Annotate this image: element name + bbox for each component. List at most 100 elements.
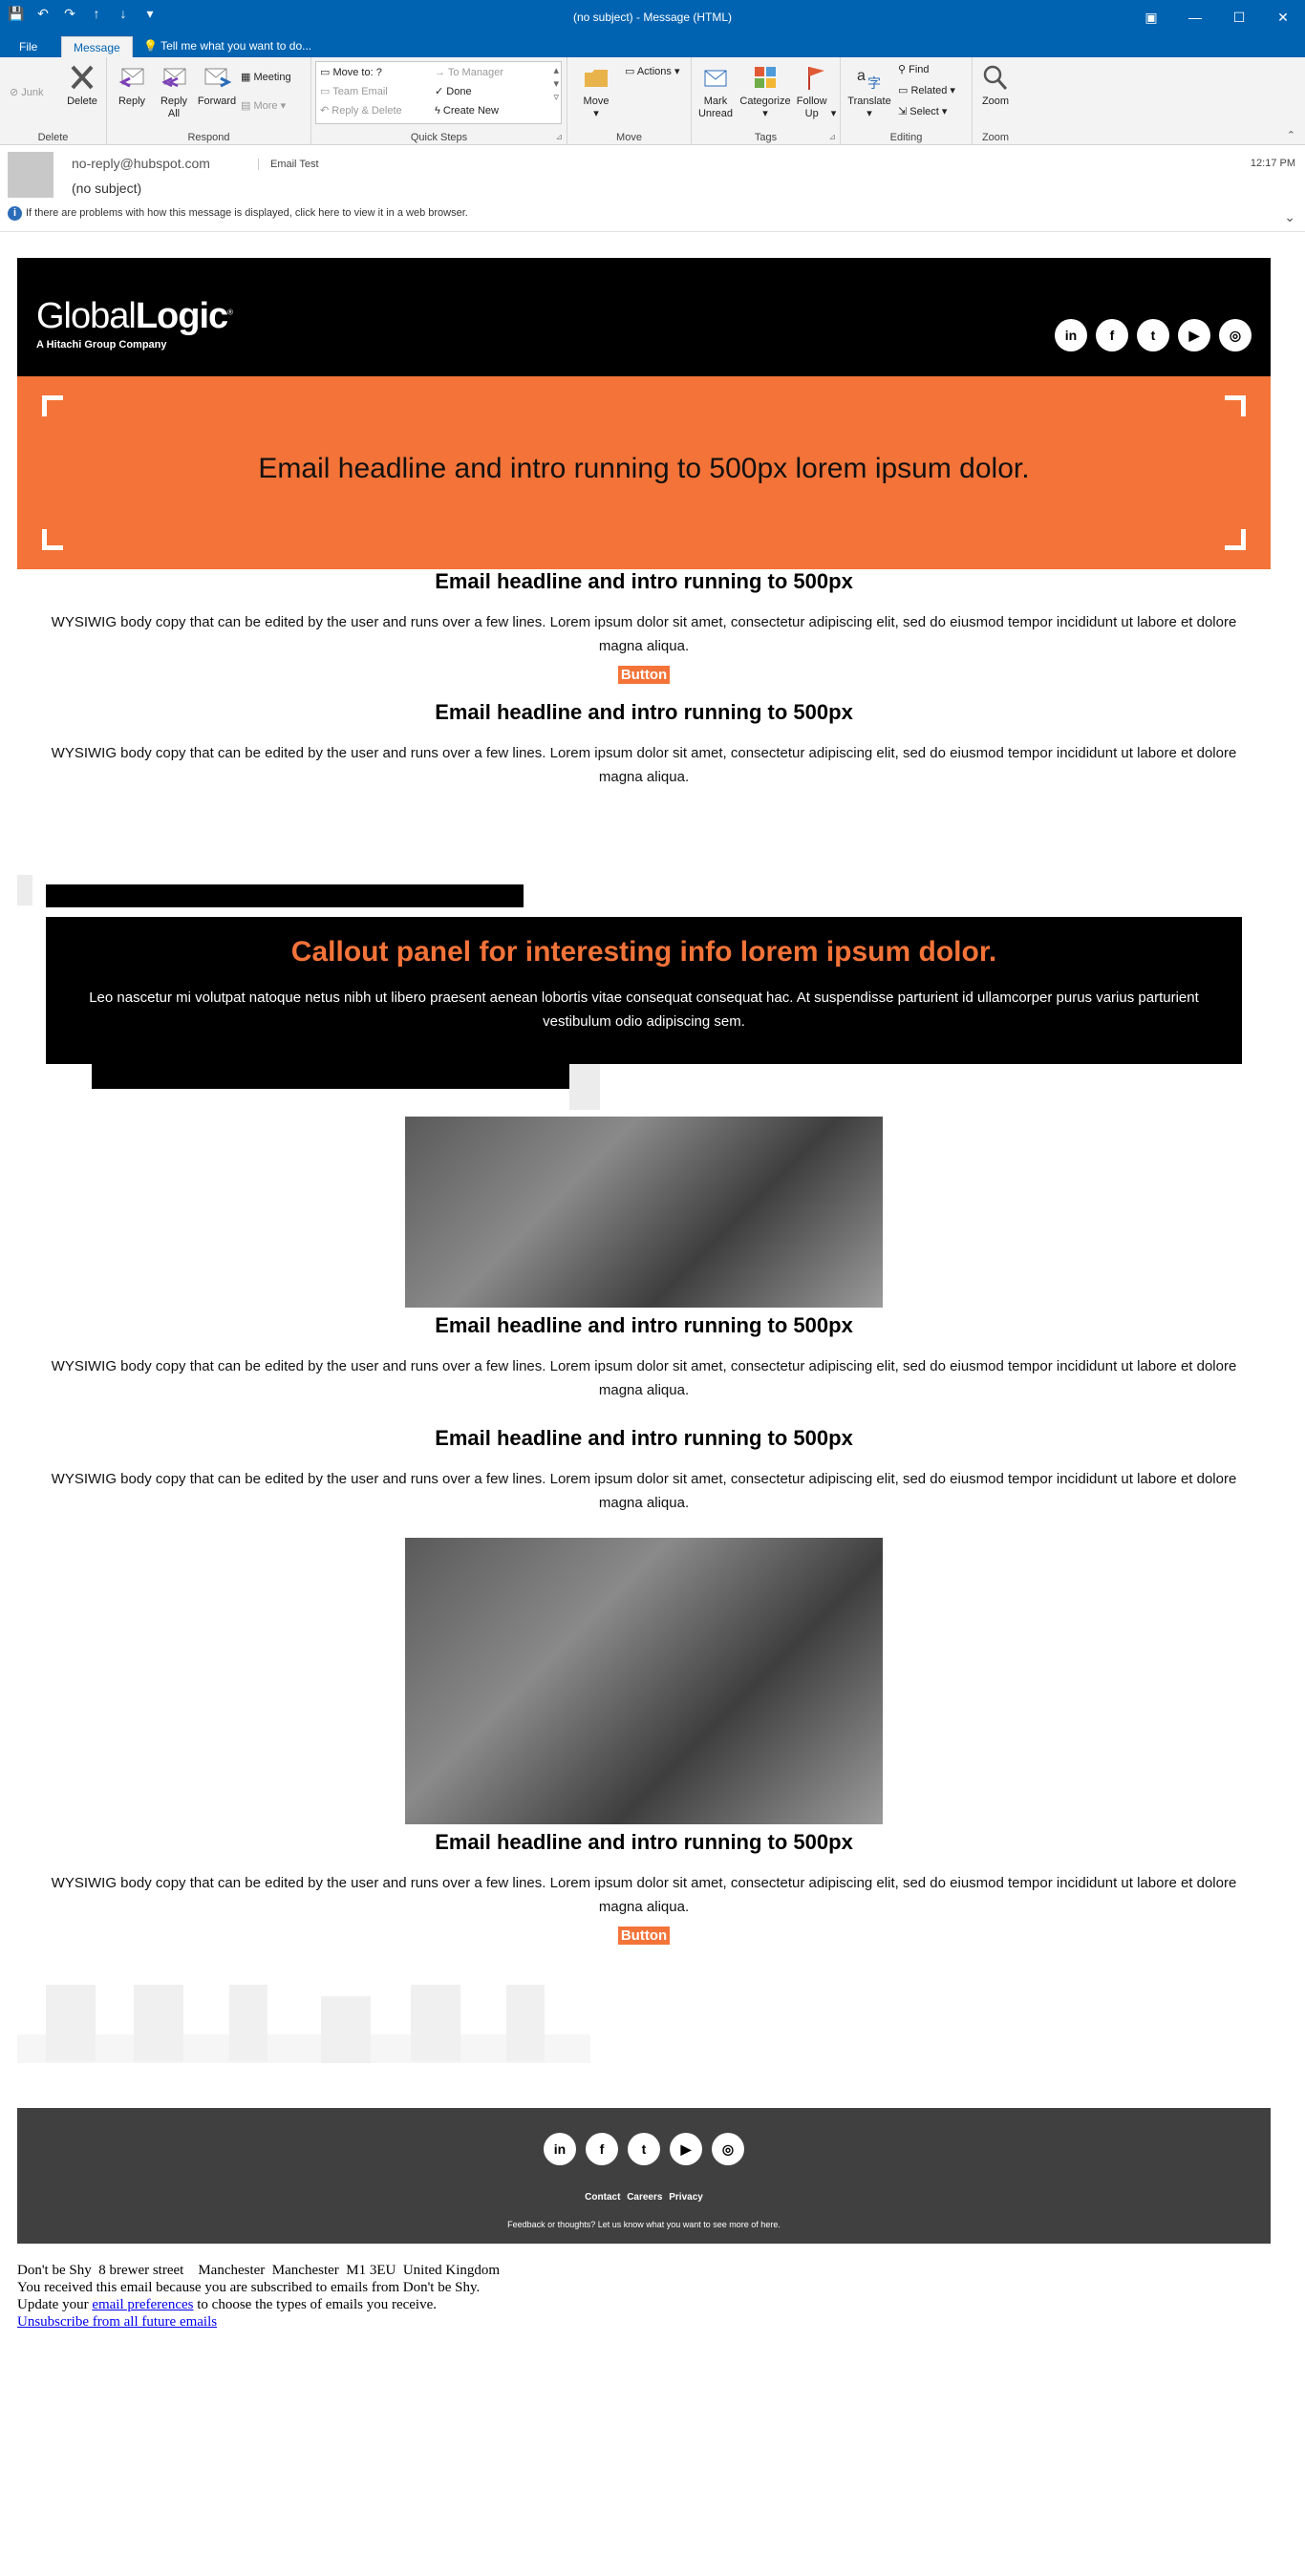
lightbulb-icon: 💡: [143, 39, 161, 53]
more-button[interactable]: ▤ More ▾: [241, 99, 286, 113]
follow-up-button[interactable]: Follow Up ▾: [795, 63, 837, 120]
facebook-icon[interactable]: f: [1096, 319, 1128, 351]
instagram-icon[interactable]: ◎: [1219, 319, 1252, 351]
footer-link-contact[interactable]: Contact: [585, 2192, 620, 2203]
twitter-icon[interactable]: t: [628, 2133, 660, 2165]
reply-icon: [118, 68, 144, 88]
tags-group: Mark Unread Categorize ▾ Follow Up ▾ ⊿ Ta…: [692, 57, 841, 145]
section-heading: Email headline and intro running to 500p…: [435, 569, 853, 593]
sender-address[interactable]: no-reply@hubspot.com: [72, 156, 210, 171]
reply-all-icon: [161, 68, 186, 88]
related-icon: ▭: [898, 85, 911, 96]
mark-unread-label: Mark Unread: [697, 96, 734, 119]
quick-steps-group-label: Quick Steps: [410, 132, 468, 143]
tags-group-label: Tags: [754, 132, 778, 143]
zoom-button[interactable]: Zoom: [976, 63, 1015, 108]
tab-file[interactable]: File: [8, 36, 49, 57]
linkedin-icon[interactable]: in: [1055, 319, 1087, 351]
editing-group-label: Editing: [889, 132, 923, 143]
flag-icon: [808, 67, 824, 90]
footer-link-privacy[interactable]: Privacy: [669, 2192, 703, 2203]
globallogic-logo[interactable]: GlobalLogic® A Hitachi Group Company: [36, 296, 233, 351]
info-text: If there are problems with how this mess…: [26, 207, 468, 219]
delete-group: ⊘ Junk Delete Delete: [0, 57, 107, 145]
info-bar[interactable]: i If there are problems with how this mes…: [8, 206, 468, 221]
meeting-button[interactable]: ▦ Meeting: [241, 71, 291, 84]
collapse-ribbon-icon[interactable]: ⌃: [1287, 129, 1295, 142]
categorize-icon: [755, 67, 776, 88]
respond-group: Reply Reply All Forward ▦ Meeting ▤ More…: [107, 57, 311, 145]
actions-button[interactable]: ▭ Actions ▾: [625, 65, 680, 78]
quick-step-team-email[interactable]: ▭ Team Email: [320, 85, 388, 98]
footer-link-careers[interactable]: Careers: [627, 2192, 662, 2203]
reply-button[interactable]: Reply: [111, 63, 153, 108]
header-social-links: in f t ▶ ◎: [1055, 319, 1252, 351]
section-body: WYSIWIG body copy that can be edited by …: [51, 1471, 1237, 1511]
svg-text:a: a: [857, 68, 866, 84]
tell-me-box[interactable]: 💡 Tell me what you want to do...: [143, 38, 311, 53]
recipient[interactable]: Email Test: [258, 159, 319, 170]
callout-panel: Callout panel for interesting info lorem…: [46, 917, 1242, 1064]
quick-step-reply-delete[interactable]: ↶ Reply & Delete: [320, 104, 402, 117]
find-icon: ⚲: [898, 64, 909, 75]
follow-up-label: Follow Up: [796, 96, 827, 119]
move-group-label: Move: [616, 132, 642, 143]
twitter-icon[interactable]: t: [1137, 319, 1169, 351]
corner-bracket-icon: [1225, 395, 1246, 416]
translate-button[interactable]: a字 Translate ▾: [845, 63, 894, 120]
quick-step-move-to[interactable]: ▭ Move to: ?: [320, 66, 382, 79]
linkedin-icon[interactable]: in: [544, 2133, 576, 2165]
zoom-group-label: Zoom: [981, 132, 1010, 143]
instagram-icon[interactable]: ◎: [712, 2133, 744, 2165]
quick-steps-group: ▭ Move to: ? ▭ Team Email ↶ Reply & Dele…: [311, 57, 567, 145]
section-body: WYSIWIG body copy that can be edited by …: [51, 1358, 1237, 1398]
corner-bracket-icon: [42, 529, 63, 550]
unsubscribe-link[interactable]: Unsubscribe from all future emails: [17, 2314, 217, 2330]
team-photo: [405, 1538, 883, 1824]
youtube-icon[interactable]: ▶: [1178, 319, 1210, 351]
related-button[interactable]: ▭ Related ▾: [898, 84, 955, 97]
expand-header-icon[interactable]: ⌄: [1284, 209, 1295, 225]
find-button[interactable]: ⚲ Find: [898, 63, 930, 76]
preferences-prefix: Update your: [17, 2297, 89, 2312]
junk-button[interactable]: ⊘ Junk: [10, 86, 44, 99]
youtube-icon[interactable]: ▶: [670, 2133, 702, 2165]
reply-all-button[interactable]: Reply All: [153, 63, 195, 120]
to-manager-icon: →: [435, 67, 448, 78]
select-button[interactable]: ⇲ Select ▾: [898, 105, 947, 118]
quick-step-done[interactable]: ✓ Done: [435, 85, 472, 98]
move-button[interactable]: Move ▾: [575, 63, 617, 120]
delete-group-label: Delete: [37, 132, 69, 143]
logo-light: Global: [36, 296, 137, 336]
zoom-label: Zoom: [981, 96, 1010, 107]
respond-group-label: Respond: [187, 132, 230, 143]
facebook-icon[interactable]: f: [586, 2133, 618, 2165]
logo-bold: Logic: [135, 296, 228, 336]
quick-step-create-new[interactable]: ϟ Create New: [435, 104, 499, 117]
meeting-label: Meeting: [253, 72, 291, 83]
actions-label: Actions: [636, 66, 672, 77]
gallery-scroll-icon[interactable]: ▴ ▾ ▿: [553, 64, 559, 104]
content-section: Email headline and intro running to 500p…: [17, 1426, 1271, 1515]
quick-step-to-manager[interactable]: → To Manager: [435, 66, 503, 79]
title-bar: 💾 ↶ ↷ ↑ ↓ ▾ (no subject) - Message (HTML…: [0, 0, 1305, 34]
minimize-button[interactable]: —: [1173, 0, 1217, 34]
ribbon-display-options-icon[interactable]: ▣: [1129, 0, 1173, 34]
decorative-pattern: [17, 2034, 590, 2063]
legal-footer: Don't be Shy 8 brewer street Manchester …: [17, 2262, 500, 2331]
maximize-button[interactable]: ☐: [1217, 0, 1261, 34]
mark-unread-icon: [704, 70, 727, 87]
team-email-label: Team Email: [332, 86, 388, 97]
mark-unread-button[interactable]: Mark Unread: [695, 63, 736, 120]
footer-feedback[interactable]: Feedback or thoughts? Let us know what y…: [17, 2220, 1271, 2229]
forward-button[interactable]: Forward: [195, 63, 239, 108]
tab-message[interactable]: Message: [61, 36, 133, 57]
cta-button[interactable]: Button: [617, 1927, 671, 1945]
delete-button[interactable]: Delete: [63, 63, 101, 108]
email-preferences-link[interactable]: email preferences: [92, 2297, 193, 2312]
delete-icon: [71, 65, 94, 90]
close-button[interactable]: ✕: [1261, 0, 1305, 34]
zoom-group: Zoom Zoom: [973, 57, 1018, 145]
categorize-button[interactable]: Categorize ▾: [738, 63, 793, 120]
cta-button[interactable]: Button: [617, 666, 671, 684]
